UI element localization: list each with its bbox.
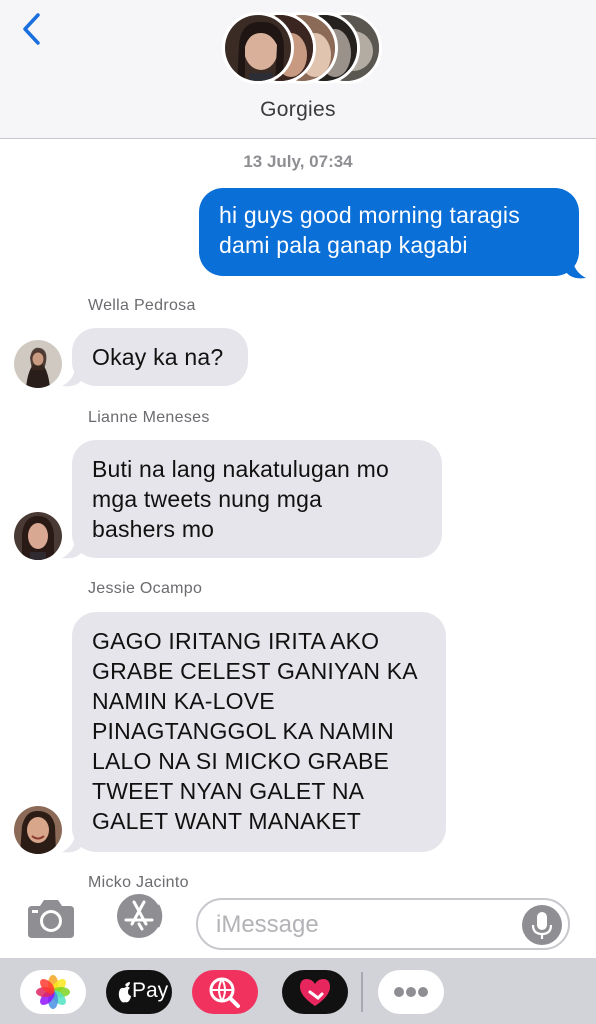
message-line: Okay ka na? [92, 344, 224, 370]
apple-pay-label: Pay [132, 979, 169, 1002]
back-button[interactable] [18, 10, 48, 50]
message-line: PINAGTANGGOL KA NAMIN [92, 718, 394, 744]
sender-name: Jessie Ocampo [88, 580, 203, 597]
digital-touch-app-button[interactable] [282, 970, 348, 1014]
app-drawer: Pay [0, 958, 596, 1024]
message-line: GALET WANT MANAKET [92, 808, 361, 834]
incoming-message-bubble[interactable]: Buti na lang nakatulugan mo mga tweets n… [72, 440, 442, 558]
bubble-tail [62, 366, 82, 387]
chevron-left-icon [23, 13, 40, 45]
message-line: TWEET NYAN GALET NA [92, 778, 365, 804]
message-line: mga tweets nung mga [92, 486, 323, 512]
dictation-button[interactable] [522, 905, 562, 945]
apple-pay-icon [118, 982, 131, 1003]
message-line: GAGO IRITANG IRITA AKO [92, 628, 380, 654]
sender-name: Wella Pedrosa [88, 297, 196, 314]
drawer-separator [361, 972, 363, 1012]
outgoing-message-bubble[interactable]: hi guys good morning taragis dami pala g… [199, 188, 579, 276]
group-avatar-stack[interactable] [222, 12, 382, 86]
conversation-header: Gorgies [0, 0, 596, 139]
camera-button[interactable] [24, 896, 78, 940]
member-avatar [222, 12, 294, 84]
group-title[interactable]: Gorgies [0, 98, 596, 122]
message-line: hi guys good morning taragis [219, 202, 520, 228]
message-line: NAMIN KA-LOVE [92, 688, 275, 714]
sender-avatar[interactable] [14, 512, 62, 560]
microphone-icon [531, 912, 553, 939]
bubble-tail [566, 258, 586, 279]
message-input[interactable] [216, 908, 506, 942]
apple-pay-app-button[interactable]: Pay [106, 970, 172, 1014]
camera-icon [28, 900, 74, 938]
incoming-message-bubble[interactable]: Okay ka na? [72, 328, 248, 386]
message-line: dami pala ganap kagabi [219, 232, 468, 258]
app-store-button[interactable] [112, 891, 166, 941]
digital-touch-icon [300, 979, 330, 1006]
message-line: GRABE CELEST GANIYAN KA [92, 658, 418, 684]
more-apps-button[interactable] [378, 970, 444, 1014]
message-input-field[interactable] [196, 898, 570, 950]
incoming-message-bubble[interactable]: GAGO IRITANG IRITA AKO GRABE CELEST GANI… [72, 612, 446, 852]
photos-app-button[interactable] [20, 970, 86, 1014]
web-search-icon [209, 977, 240, 1008]
sender-avatar[interactable] [14, 340, 62, 388]
bubble-tail [62, 538, 82, 559]
message-timestamp: 13 July, 07:34 [243, 152, 353, 171]
message-line: Buti na lang nakatulugan mo [92, 456, 389, 482]
message-line: LALO NA SI MICKO GRABE [92, 748, 390, 774]
web-search-app-button[interactable] [192, 970, 258, 1014]
sender-avatar[interactable] [14, 806, 62, 854]
app-store-icon [117, 894, 163, 938]
bubble-tail [62, 832, 82, 853]
photos-icon [36, 975, 70, 1009]
sender-name: Lianne Meneses [88, 409, 210, 426]
message-line: bashers mo [92, 516, 215, 542]
more-icon [394, 987, 428, 997]
